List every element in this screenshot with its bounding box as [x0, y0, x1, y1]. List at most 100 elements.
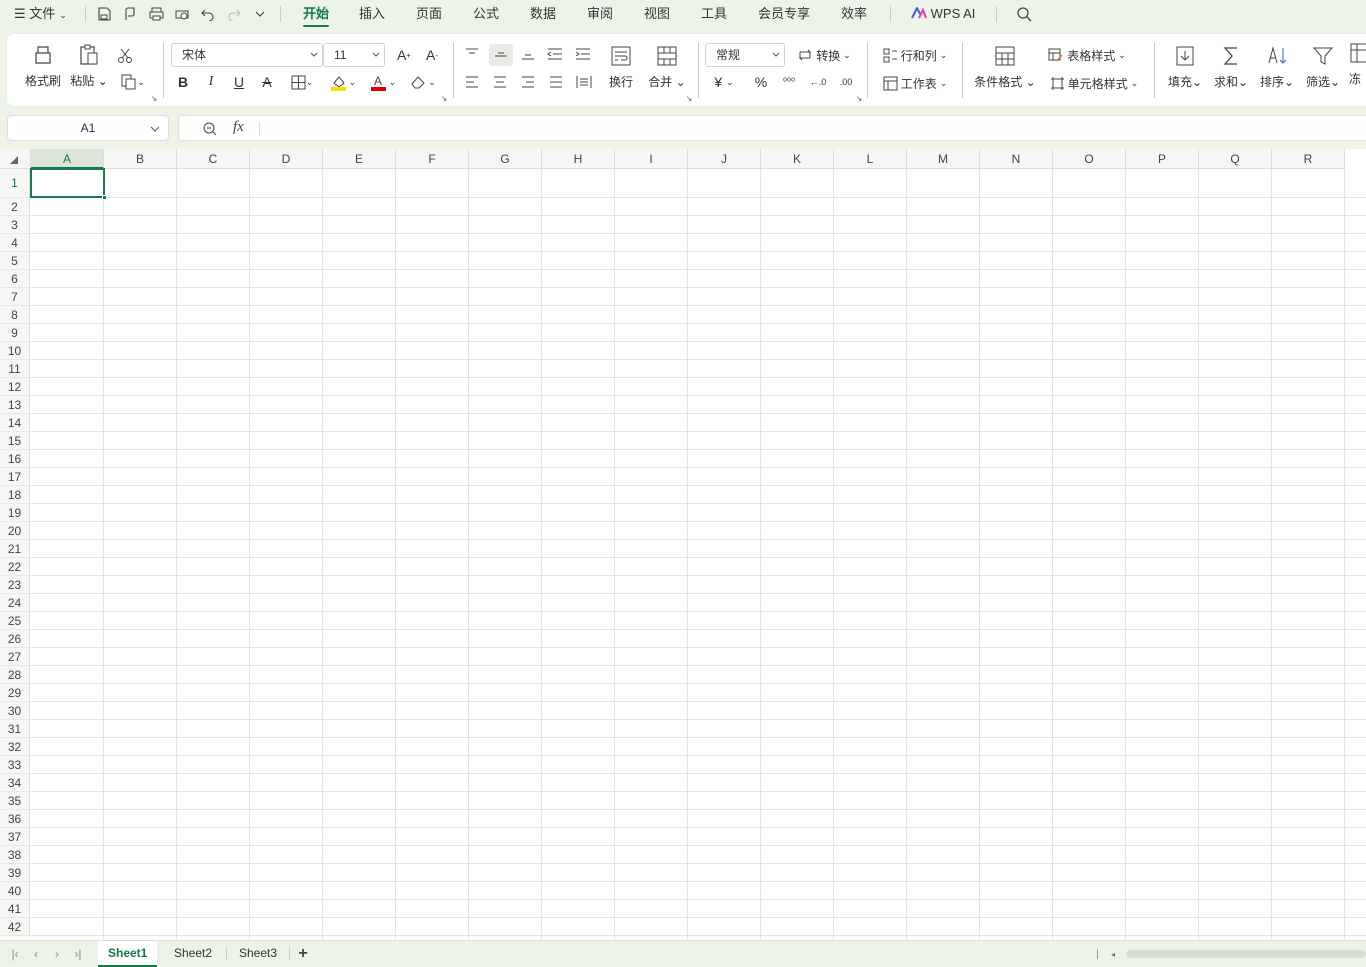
row-header-11[interactable]: 11 — [0, 360, 30, 378]
column-header-e[interactable]: E — [323, 149, 396, 169]
underline-icon[interactable]: U — [229, 72, 249, 92]
formula-input[interactable]: fx — [178, 115, 1366, 141]
sum-button[interactable]: 求和⌄ — [1211, 42, 1251, 92]
sort-button[interactable]: 排序⌄ — [1257, 42, 1297, 92]
column-header-k[interactable]: K — [761, 149, 834, 169]
font-name-select[interactable]: 宋体 — [171, 43, 323, 67]
wps-ai-button[interactable]: WPS AI — [911, 4, 975, 24]
tab-view[interactable]: 视图 — [644, 4, 670, 24]
number-expand-icon[interactable]: ↘ — [855, 94, 863, 103]
tab-tools[interactable]: 工具 — [701, 4, 727, 24]
column-header-i[interactable]: I — [615, 149, 688, 169]
border-button[interactable]: ⌄ — [287, 72, 317, 92]
tab-insert[interactable]: 插入 — [359, 4, 385, 24]
row-header-12[interactable]: 12 — [0, 378, 30, 396]
selected-cell[interactable] — [30, 168, 107, 200]
row-header-13[interactable]: 13 — [0, 396, 30, 414]
sheet-tab-sheet3[interactable]: Sheet3 — [229, 941, 287, 967]
row-header-39[interactable]: 39 — [0, 864, 30, 882]
font-color-button[interactable]: A ⌄ — [367, 72, 399, 92]
row-header-36[interactable]: 36 — [0, 810, 30, 828]
file-menu[interactable]: ☰ 文件 ⌄ — [14, 4, 67, 24]
save-icon[interactable] — [95, 5, 113, 23]
merge-button[interactable]: 合并 ⌄ — [645, 42, 689, 92]
add-sheet-button[interactable]: + — [294, 945, 312, 963]
table-style-button[interactable]: 表格样式 ⌄ — [1045, 44, 1129, 66]
convert-button[interactable]: 转换 ⌄ — [793, 44, 855, 66]
increase-font-icon[interactable]: A + — [393, 44, 415, 66]
row-header-30[interactable]: 30 — [0, 702, 30, 720]
row-header-38[interactable]: 38 — [0, 846, 30, 864]
number-format-select[interactable]: 常规 — [705, 43, 785, 67]
align-right-icon[interactable] — [518, 72, 538, 92]
strikethrough-icon[interactable]: A — [257, 72, 277, 92]
row-header-16[interactable]: 16 — [0, 450, 30, 468]
justify-icon[interactable] — [546, 72, 566, 92]
cell-style-button[interactable]: 单元格样式 ⌄ — [1047, 72, 1141, 94]
column-header-o[interactable]: O — [1053, 149, 1126, 169]
column-header-g[interactable]: G — [469, 149, 542, 169]
next-sheet-icon[interactable]: › — [50, 947, 64, 961]
print-icon[interactable] — [147, 5, 165, 23]
tab-formula[interactable]: 公式 — [473, 4, 499, 24]
tab-data[interactable]: 数据 — [530, 4, 556, 24]
format-painter-button[interactable]: 格式刷 — [21, 42, 65, 90]
row-header-27[interactable]: 27 — [0, 648, 30, 666]
align-middle-icon[interactable] — [489, 44, 513, 66]
row-header-2[interactable]: 2 — [0, 198, 30, 216]
decrease-decimal-icon[interactable]: .00 — [835, 72, 857, 92]
currency-icon[interactable]: ¥ ⌄ — [709, 72, 739, 92]
undo-icon[interactable] — [199, 5, 217, 23]
filter-button[interactable]: 筛选⌄ — [1303, 42, 1343, 92]
column-header-m[interactable]: M — [907, 149, 980, 169]
distribute-icon[interactable] — [574, 72, 594, 92]
row-header-1[interactable]: 1 — [0, 169, 30, 198]
decrease-font-icon[interactable]: A- — [421, 44, 443, 66]
row-header-9[interactable]: 9 — [0, 324, 30, 342]
row-header-20[interactable]: 20 — [0, 522, 30, 540]
row-header-28[interactable]: 28 — [0, 666, 30, 684]
column-header-p[interactable]: P — [1126, 149, 1199, 169]
spreadsheet-grid[interactable]: A B C D E F G H I J K L M N O P Q R 1 2 3 4 5 6 7 8 9 10 11 12 13 14 15 1… — [0, 149, 1366, 940]
column-header-j[interactable]: J — [688, 149, 761, 169]
clear-button[interactable]: ⌄ — [407, 72, 439, 92]
font-size-select[interactable]: 11 — [323, 43, 385, 67]
last-sheet-icon[interactable]: ›| — [71, 947, 85, 961]
horizontal-scrollbar[interactable] — [1126, 950, 1366, 958]
row-header-22[interactable]: 22 — [0, 558, 30, 576]
first-sheet-icon[interactable]: |‹ — [8, 947, 22, 961]
row-header-35[interactable]: 35 — [0, 792, 30, 810]
chevron-down-icon[interactable] — [251, 5, 269, 23]
row-header-5[interactable]: 5 — [0, 252, 30, 270]
row-header-18[interactable]: 18 — [0, 486, 30, 504]
column-header-r[interactable]: R — [1272, 149, 1345, 169]
decrease-indent-icon[interactable] — [545, 44, 565, 64]
row-header-15[interactable]: 15 — [0, 432, 30, 450]
column-header-h[interactable]: H — [542, 149, 615, 169]
sheet-tab-sheet1[interactable]: Sheet1 — [98, 941, 158, 967]
prev-sheet-icon[interactable]: ‹ — [29, 947, 43, 961]
row-header-6[interactable]: 6 — [0, 270, 30, 288]
tab-home[interactable]: 开始 — [303, 4, 329, 24]
column-header-c[interactable]: C — [177, 149, 250, 169]
row-header-31[interactable]: 31 — [0, 720, 30, 738]
italic-icon[interactable]: I — [201, 72, 221, 92]
search-icon[interactable] — [1015, 5, 1033, 23]
sheet-tab-sheet2[interactable]: Sheet2 — [164, 941, 222, 967]
row-header-26[interactable]: 26 — [0, 630, 30, 648]
cut-icon[interactable] — [115, 46, 135, 66]
row-col-button[interactable]: 行和列 ⌄ — [879, 44, 951, 66]
increase-indent-icon[interactable] — [573, 44, 593, 64]
bold-icon[interactable]: B — [173, 72, 193, 92]
row-header-41[interactable]: 41 — [0, 900, 30, 918]
select-all-corner[interactable] — [0, 149, 31, 169]
row-header-23[interactable]: 23 — [0, 576, 30, 594]
row-header-8[interactable]: 8 — [0, 306, 30, 324]
row-header-37[interactable]: 37 — [0, 828, 30, 846]
scroll-left-icon[interactable]: ◂ — [1108, 948, 1118, 960]
redo-icon[interactable] — [225, 5, 243, 23]
row-header-33[interactable]: 33 — [0, 756, 30, 774]
align-top-icon[interactable] — [462, 44, 482, 64]
tab-member[interactable]: 会员专享 — [758, 4, 810, 24]
clipboard-expand-icon[interactable]: ↘ — [150, 94, 158, 103]
